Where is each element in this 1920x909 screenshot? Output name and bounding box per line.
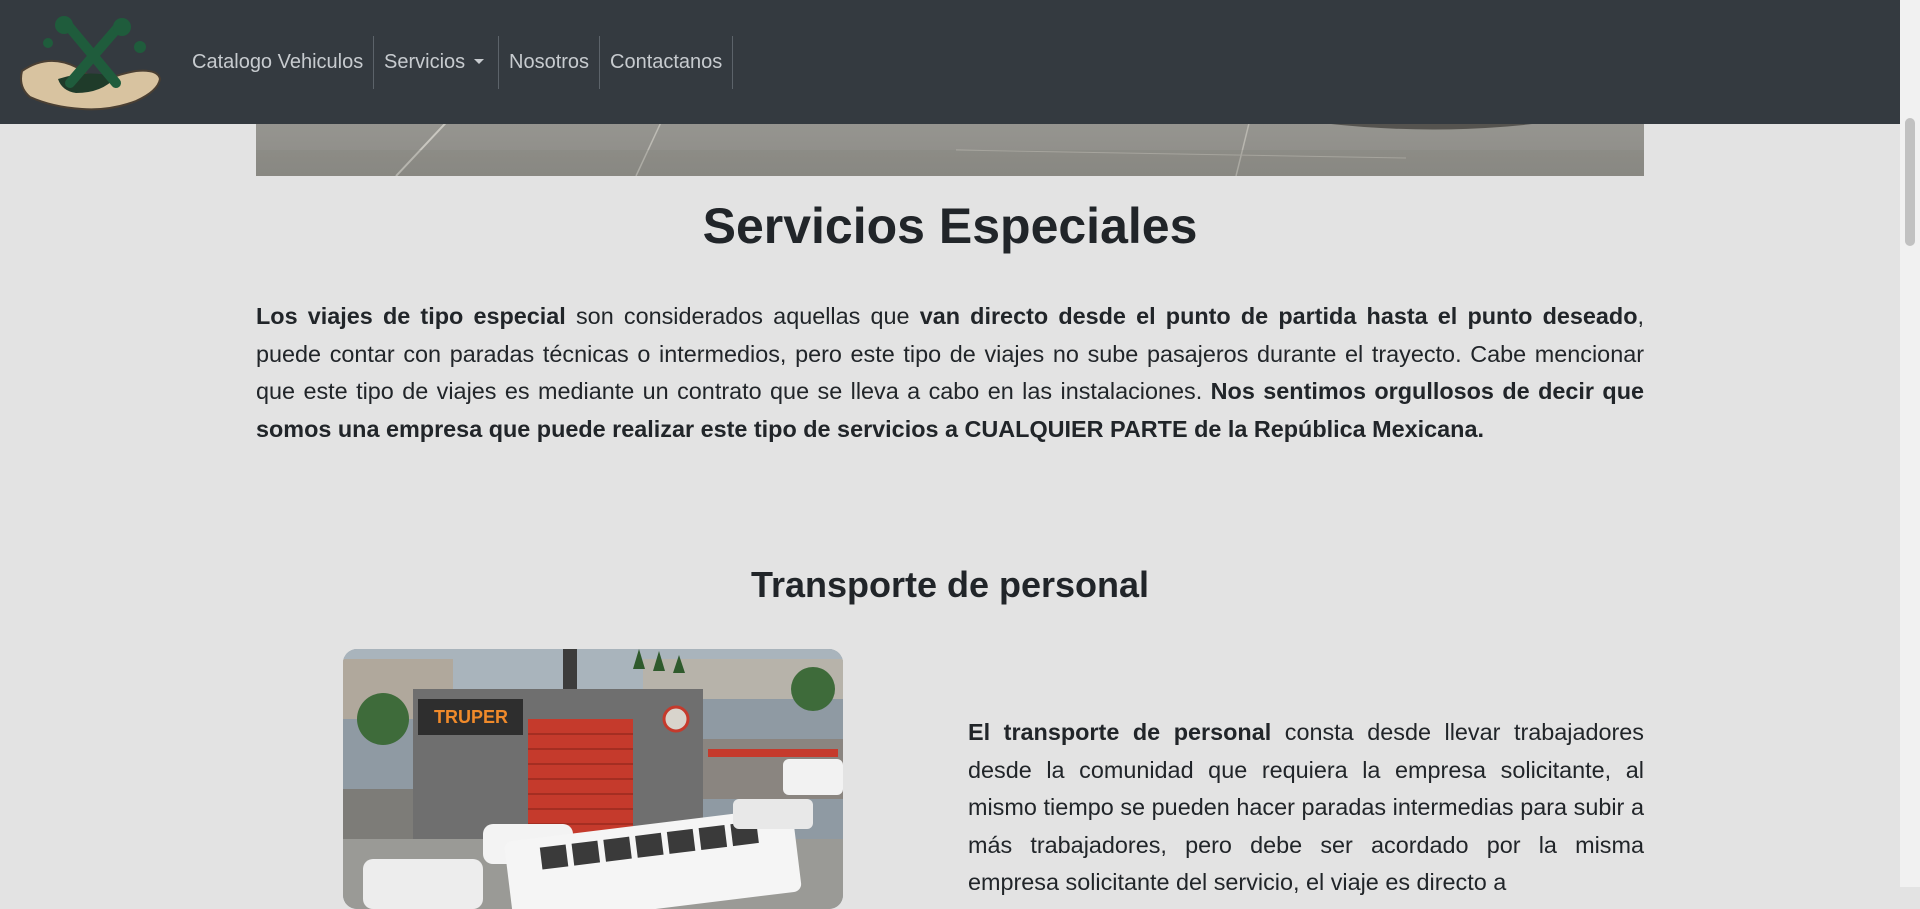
intro-text: Los viajes de tipo especial — [256, 303, 566, 329]
desc-text: consta desde llevar trabajadores desde l… — [968, 719, 1644, 895]
nav-divider — [498, 36, 499, 89]
nav-link-contactanos[interactable]: Contactanos — [610, 39, 722, 89]
nav-link-label: Contactanos — [610, 51, 723, 73]
nav-link-nosotros[interactable]: Nosotros — [509, 39, 589, 89]
chevron-down-icon — [474, 59, 485, 64]
navbar: Catalogo Vehiculos Servicios Nosotros Co… — [0, 0, 1900, 124]
scrollbar-thumb[interactable] — [1905, 118, 1915, 246]
nav-link-catalogo[interactable]: Catalogo Vehiculos — [192, 39, 363, 89]
desc-text: El transporte de personal — [968, 719, 1272, 745]
brand-logo[interactable] — [18, 13, 164, 111]
photo-sign-text: TRUPER — [434, 707, 508, 727]
nav-divider — [732, 36, 733, 89]
intro-paragraph: Los viajes de tipo especial son consider… — [256, 298, 1644, 448]
personnel-transport-photo: TRUPER — [343, 649, 843, 909]
nav-divider — [599, 36, 600, 89]
page-title: Servicios Especiales — [702, 198, 1198, 254]
nav-link-label: Servicios — [384, 51, 466, 73]
nav-link-label: Nosotros — [509, 51, 590, 73]
page-scrollbar[interactable] — [1900, 0, 1920, 887]
intro-text: van directo desde el punto de partida ha… — [919, 303, 1638, 329]
section-title: Transporte de personal — [750, 564, 1150, 605]
intro-text: son considerados aquellas que — [565, 303, 920, 329]
nav-dropdown-servicios[interactable]: Servicios — [384, 39, 485, 89]
nav-divider — [373, 36, 374, 89]
section-description: El transporte de personal consta desde l… — [968, 714, 1644, 902]
nav-link-label: Catalogo Vehiculos — [192, 51, 364, 73]
